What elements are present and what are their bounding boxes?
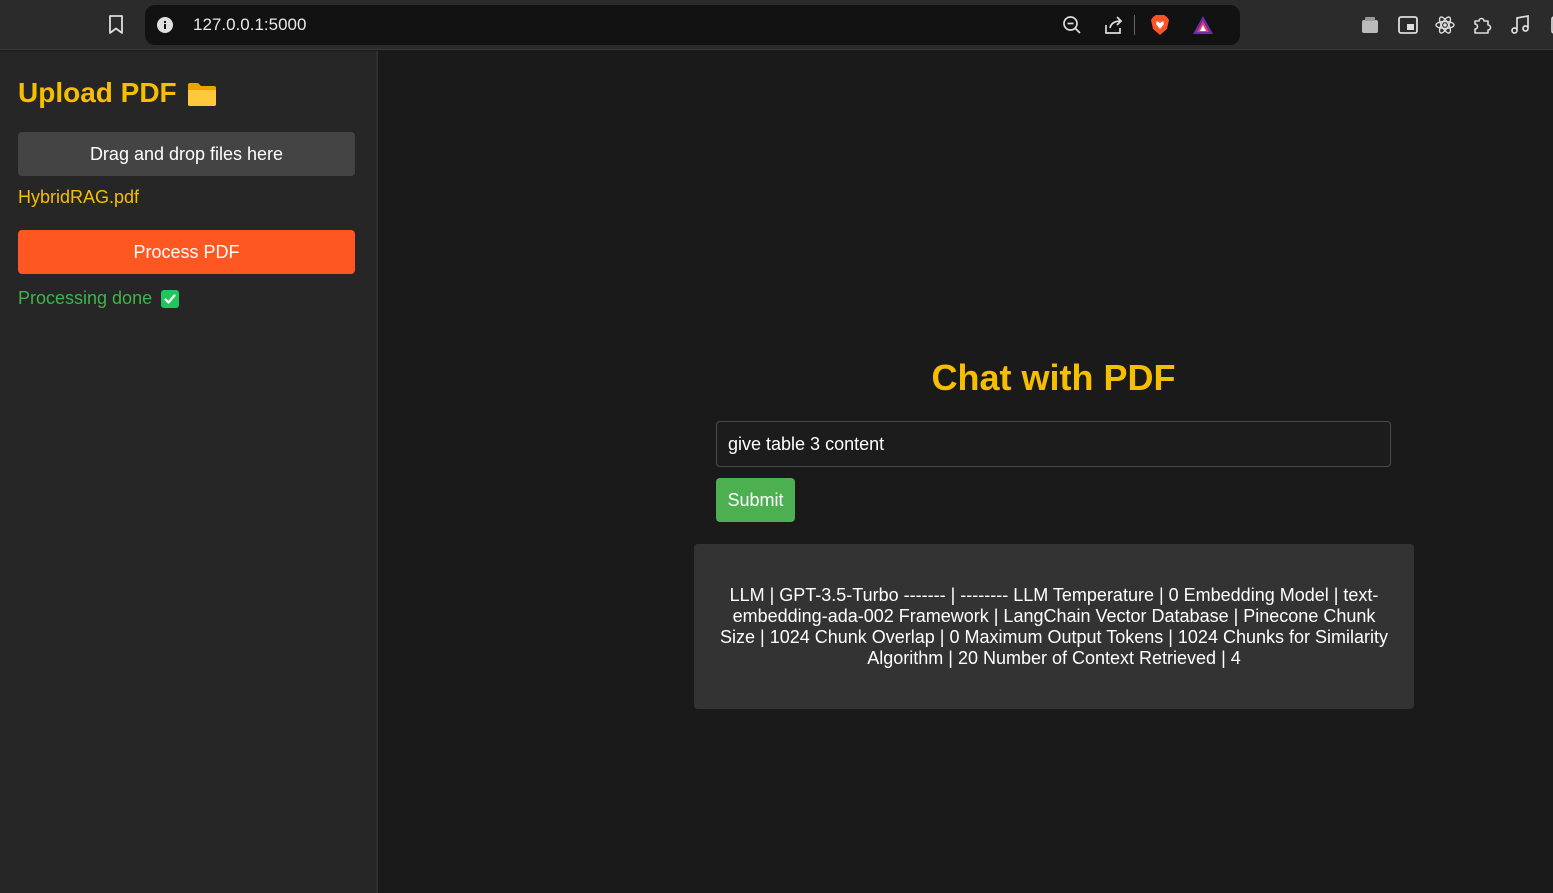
- address-bar[interactable]: 127.0.0.1:5000: [145, 5, 1240, 45]
- check-icon: [161, 289, 180, 308]
- sidebar-title: Upload PDF: [18, 77, 217, 109]
- processing-status: Processing done: [18, 288, 180, 309]
- sidebar-toggle-icon[interactable]: [1545, 14, 1553, 36]
- answer-text: LLM | GPT-3.5-Turbo ------- | -------- L…: [720, 584, 1388, 668]
- media-music-icon[interactable]: [1509, 14, 1531, 36]
- answer-box: LLM | GPT-3.5-Turbo ------- | -------- L…: [694, 544, 1414, 709]
- brave-rewards-icon[interactable]: [1192, 14, 1214, 36]
- info-icon[interactable]: [157, 17, 173, 33]
- wallet-icon[interactable]: [1359, 14, 1381, 36]
- question-input[interactable]: [716, 421, 1391, 467]
- toolbar-divider: [1134, 15, 1135, 35]
- page-title: Chat with PDF: [931, 357, 1176, 398]
- brave-shields-icon[interactable]: [1149, 14, 1171, 36]
- uploaded-file-name: HybridRAG.pdf: [18, 187, 140, 207]
- upload-sidebar: Upload PDF Drag and drop files here Hybr…: [0, 51, 378, 893]
- folder-icon: [187, 81, 217, 107]
- bookmark-icon[interactable]: [104, 13, 128, 37]
- browser-toolbar: 127.0.0.1:5000: [0, 0, 1553, 50]
- zoom-out-icon[interactable]: [1061, 14, 1083, 36]
- process-pdf-button[interactable]: Process PDF: [18, 230, 355, 274]
- picture-in-picture-icon[interactable]: [1397, 14, 1419, 36]
- extensions-puzzle-icon[interactable]: [1471, 14, 1493, 36]
- sidebar-title-text: Upload PDF: [18, 77, 177, 108]
- url-text[interactable]: 127.0.0.1:5000: [193, 15, 306, 35]
- file-dropzone[interactable]: Drag and drop files here: [18, 132, 355, 176]
- status-text: Processing done: [18, 288, 153, 308]
- submit-button[interactable]: Submit: [716, 478, 795, 522]
- share-icon[interactable]: [1103, 14, 1125, 36]
- react-devtools-icon[interactable]: [1434, 14, 1456, 36]
